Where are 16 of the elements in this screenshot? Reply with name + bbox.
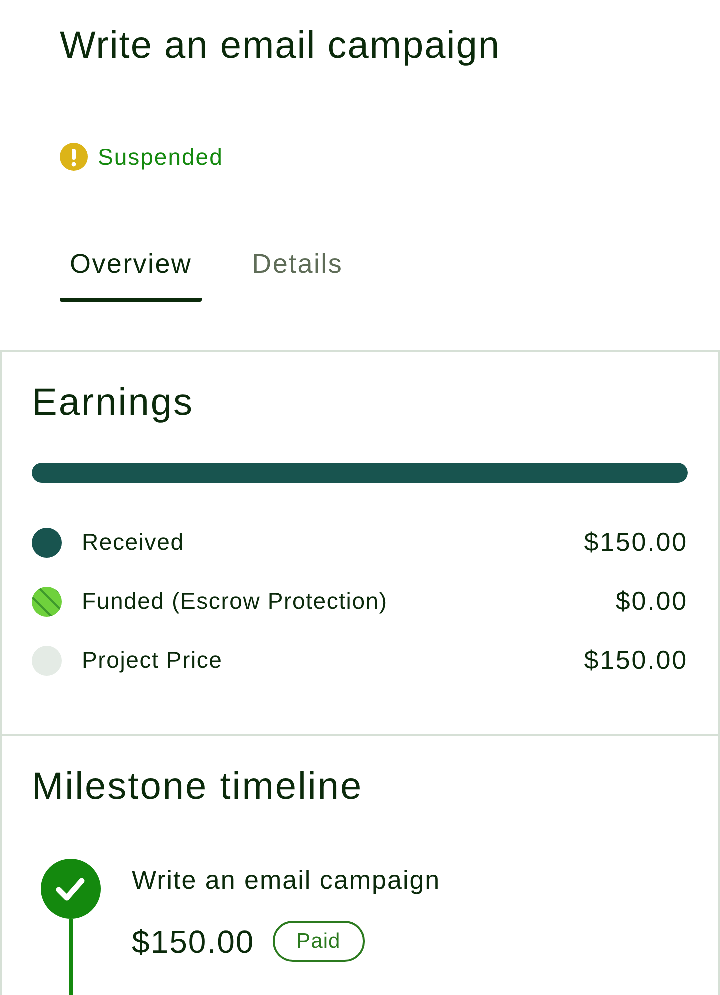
payment-status-tag: Paid — [272, 921, 365, 962]
warning-icon — [60, 142, 88, 171]
legend-amount: $0.00 — [616, 585, 688, 618]
legend-label: Funded (Escrow Protection) — [82, 587, 389, 616]
legend-amount: $150.00 — [584, 644, 688, 678]
section-title: Earnings — [32, 381, 195, 426]
status-text: Suspended — [98, 142, 224, 172]
section-title: Milestone timeline — [32, 765, 364, 810]
tab[interactable]: Details — [242, 242, 354, 302]
milestone-amount: $150.00 — [132, 922, 255, 962]
legend-amount: $150.00 — [584, 526, 688, 560]
legend-label: Received — [82, 528, 186, 558]
milestone-title: Write an email campaign — [132, 864, 441, 897]
page-title: Write an email campaign — [60, 24, 502, 69]
tab[interactable]: Overview — [60, 242, 202, 302]
legend-label: Project Price — [82, 646, 224, 676]
